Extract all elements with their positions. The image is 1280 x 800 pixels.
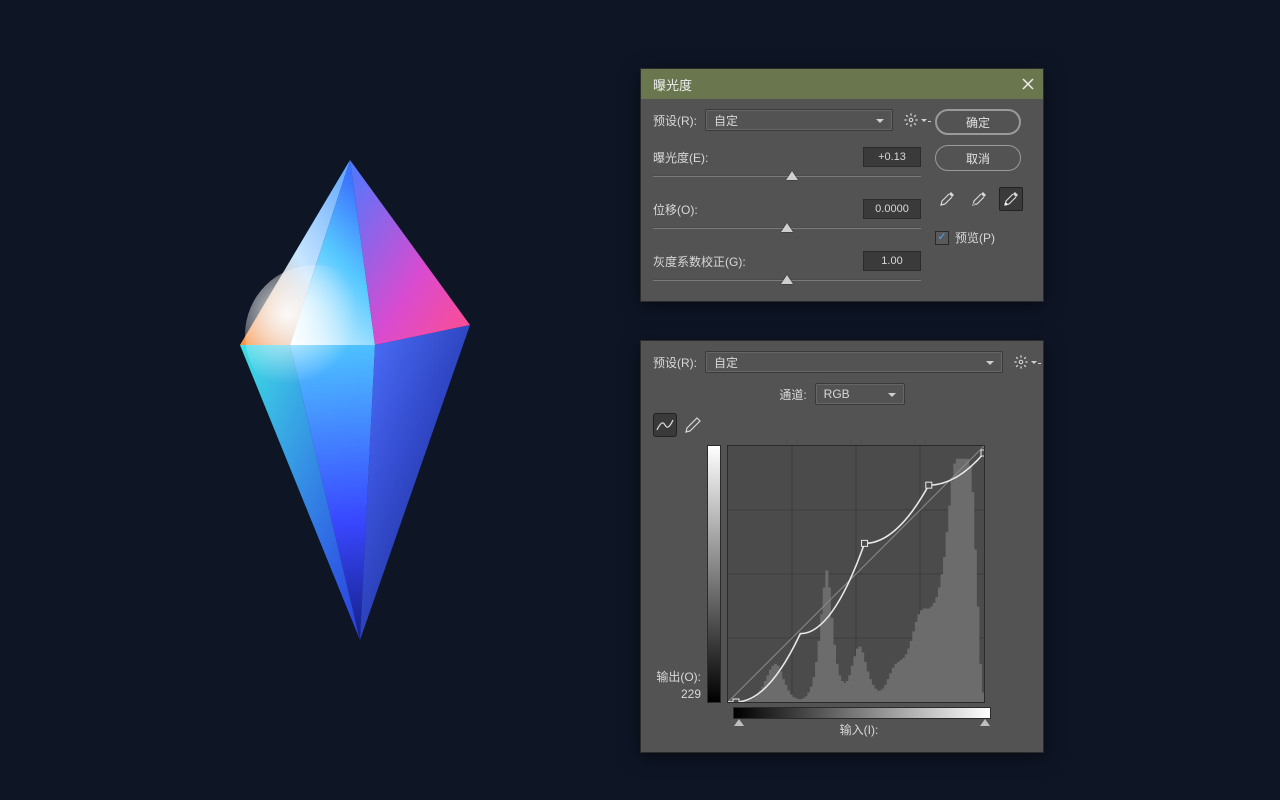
gray-point-eyedropper[interactable] xyxy=(967,187,991,211)
output-label: 输出(O): xyxy=(656,668,701,685)
output-gradient xyxy=(707,445,721,703)
curve-point-tool[interactable] xyxy=(653,413,677,437)
gamma-value-input[interactable]: 1.00 xyxy=(863,251,921,271)
slider-thumb[interactable] xyxy=(786,171,798,180)
exposure-title: 曝光度 xyxy=(653,75,692,94)
preset-label: 预设(R): xyxy=(653,112,697,129)
exposure-slider[interactable] xyxy=(653,169,921,183)
preset-select[interactable]: 自定 xyxy=(705,109,893,131)
channel-label: 通道: xyxy=(779,386,806,403)
gear-icon xyxy=(1014,355,1028,369)
curves-options-button[interactable] xyxy=(1011,352,1031,372)
eyedropper-icon xyxy=(1003,191,1019,207)
gamma-slider[interactable] xyxy=(653,273,921,287)
gamma-slider-group: 灰度系数校正(G): 1.00 xyxy=(653,251,921,287)
input-label: 输入(I): xyxy=(840,723,879,737)
preset-options-button[interactable] xyxy=(901,110,921,130)
slider-thumb[interactable] xyxy=(781,223,793,232)
channel-select[interactable]: RGB xyxy=(815,383,905,405)
preview-checkbox[interactable] xyxy=(935,231,949,245)
output-value: 229 xyxy=(681,687,701,701)
curves-panel: 预设(R): 自定 通道: RGB xyxy=(640,340,1044,753)
exposure-slider-group: 曝光度(E): +0.13 xyxy=(653,147,921,183)
slider-thumb[interactable] xyxy=(781,275,793,284)
curve-draw-tool[interactable] xyxy=(681,413,705,437)
white-point-eyedropper[interactable] xyxy=(999,187,1023,211)
curves-preset-select[interactable]: 自定 xyxy=(705,351,1003,373)
gear-icon xyxy=(904,113,918,127)
black-point-eyedropper[interactable] xyxy=(935,187,959,211)
offset-slider-group: 位移(O): 0.0000 xyxy=(653,199,921,235)
gamma-label: 灰度系数校正(G): xyxy=(653,253,746,270)
crystal-illustration xyxy=(235,160,485,660)
exposure-dialog: 曝光度 预设(R): 自定 曝光度(E): +0.13 xyxy=(640,68,1044,302)
exposure-label: 曝光度(E): xyxy=(653,149,708,166)
cancel-button[interactable]: 取消 xyxy=(935,145,1021,171)
black-point-thumb[interactable] xyxy=(734,719,744,726)
offset-label: 位移(O): xyxy=(653,201,698,218)
exposure-value-input[interactable]: +0.13 xyxy=(863,147,921,167)
pencil-icon xyxy=(685,417,701,433)
eyedropper-icon xyxy=(971,191,987,207)
offset-slider[interactable] xyxy=(653,221,921,235)
ok-button[interactable]: 确定 xyxy=(935,109,1021,135)
curves-preset-label: 预设(R): xyxy=(653,354,697,371)
exposure-titlebar[interactable]: 曝光度 xyxy=(641,69,1043,99)
curves-graph[interactable] xyxy=(727,445,985,703)
white-point-thumb[interactable] xyxy=(980,719,990,726)
input-gradient[interactable] xyxy=(733,707,991,719)
preview-label: 预览(P) xyxy=(955,229,995,246)
curve-icon xyxy=(656,418,674,432)
close-icon[interactable] xyxy=(1021,77,1035,91)
eyedropper-icon xyxy=(939,191,955,207)
offset-value-input[interactable]: 0.0000 xyxy=(863,199,921,219)
